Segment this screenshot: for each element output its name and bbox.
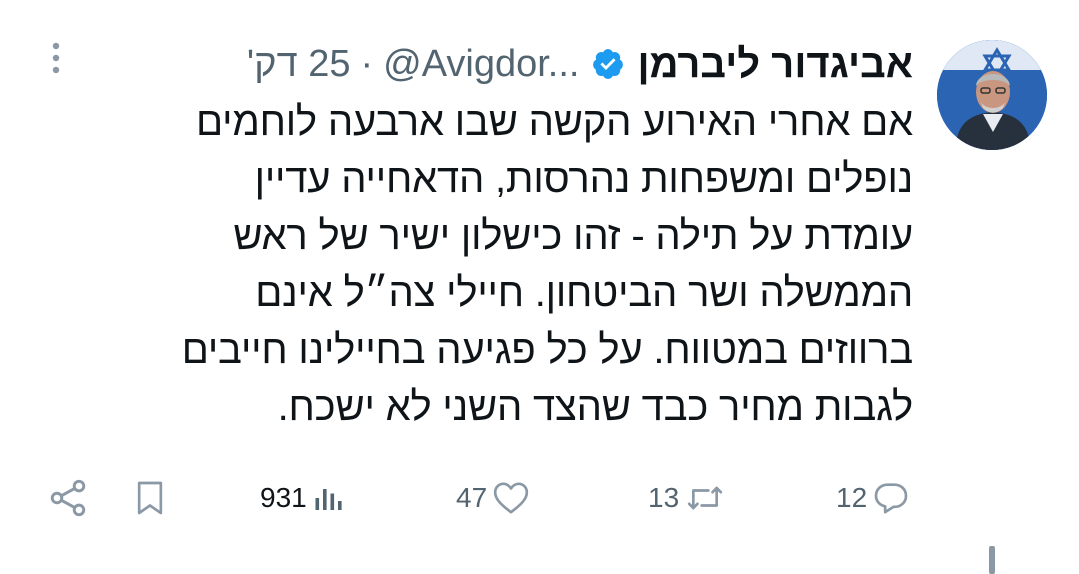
share-button[interactable] [46, 470, 90, 526]
tweet-header: אביגדור ליברמן @Avigdor... · 25 דק' [247, 36, 913, 92]
author-handle[interactable]: @Avigdor... [383, 43, 579, 86]
like-button[interactable]: 47 [452, 470, 531, 526]
tweet-card[interactable]: אביגדור ליברמן @Avigdor... · 25 דק' אם א… [0, 0, 1079, 574]
retweet-count: 13 [648, 482, 680, 513]
scrollbar[interactable] [989, 546, 995, 574]
share-icon [46, 476, 90, 520]
author-display-name[interactable]: אביגדור ליברמן [637, 42, 913, 87]
more-vertical-icon[interactable] [46, 40, 66, 80]
heart-icon [491, 478, 531, 518]
separator-dot: · [360, 42, 374, 85]
bookmark-button[interactable] [130, 470, 170, 526]
tweet-actions-bar: 931 47 13 12 [0, 470, 1079, 526]
views-icon [311, 478, 347, 518]
profile-photo-icon [937, 40, 1047, 150]
views-count: 931 [260, 482, 307, 513]
bookmark-icon [130, 476, 170, 520]
views-button[interactable]: 931 [256, 470, 347, 526]
tweet-text: אם אחרי האירוע הקשה שבו ארבעה לוחמים נופ… [181, 100, 913, 429]
verified-badge-icon [591, 47, 625, 81]
retweet-button[interactable]: 13 [644, 470, 727, 526]
avatar[interactable] [937, 40, 1047, 150]
reply-icon [871, 478, 911, 518]
like-count: 47 [456, 482, 488, 513]
reply-button[interactable]: 12 [832, 470, 911, 526]
tweet-timestamp[interactable]: 25 דק' [247, 43, 351, 86]
retweet-icon [683, 478, 727, 518]
reply-count: 12 [836, 482, 868, 513]
